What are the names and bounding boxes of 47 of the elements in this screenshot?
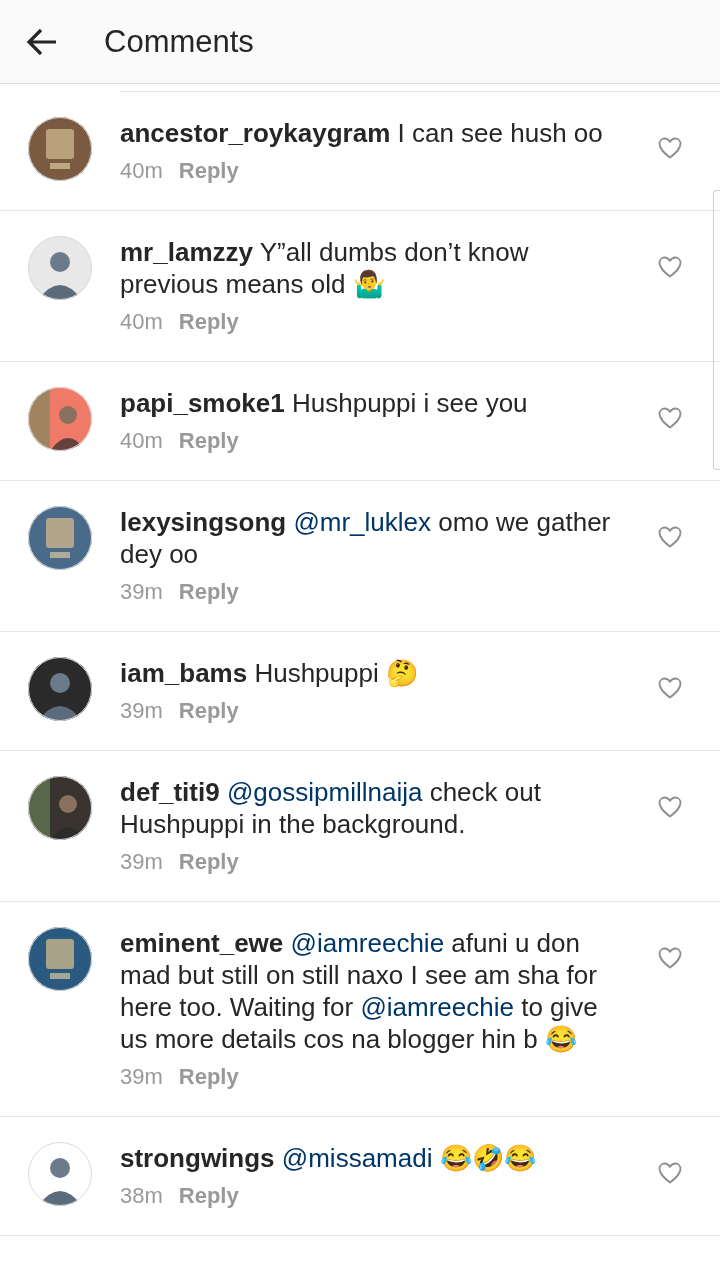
comment-time: 40m [120, 309, 163, 335]
heart-icon [658, 256, 682, 278]
back-arrow-icon [26, 27, 58, 56]
comment-text: lexysingsong @mr_luklex omo we gather dey oo [120, 506, 612, 570]
comment-text: ancestor_roykaygram I can see hush oo [120, 117, 604, 149]
comment-time: 39m [120, 849, 163, 875]
username-link[interactable]: lexysingsong [120, 507, 287, 537]
username-link[interactable]: strongwings [120, 1143, 275, 1173]
mention-link[interactable]: @gossipmillnaija [226, 777, 423, 807]
comment-text: eminent_ewe @iamreechie afuni u don mad but still on still naxo I see am sha for here too. Waiting for @iamreechie to give us more details cos na blogger hin b 😂 [120, 927, 599, 1055]
like-button[interactable] [658, 526, 682, 548]
heart-icon [658, 137, 682, 159]
username-link[interactable]: papi_smoke1 [120, 388, 285, 418]
username-link[interactable]: def_titi9 [120, 777, 220, 807]
heart-icon [658, 526, 682, 548]
comment-time: 39m [120, 698, 163, 724]
mention-link[interactable]: @mr_luklex [293, 507, 432, 537]
comment-time: 40m [120, 158, 163, 184]
heart-icon [658, 677, 682, 699]
heart-icon [658, 796, 682, 818]
like-button[interactable] [658, 137, 682, 159]
heart-icon [658, 947, 682, 969]
heart-icon [658, 1162, 682, 1184]
comment-text: papi_smoke1 Hushpuppi i see you [120, 387, 529, 419]
like-button[interactable] [658, 1162, 682, 1184]
like-button[interactable] [658, 796, 682, 818]
comment-text: iam_bams Hushpuppi 🤔 [120, 657, 419, 689]
username-link[interactable]: eminent_ewe [120, 928, 284, 958]
comment-text: def_titi9 @gossipmillnaija check out Hushpuppi in the background. [120, 776, 542, 840]
mention-link[interactable]: @iamreechie [360, 992, 514, 1022]
comment-time: 39m [120, 1064, 163, 1090]
like-button[interactable] [658, 677, 682, 699]
comment-time: 39m [120, 579, 163, 605]
like-button[interactable] [658, 947, 682, 969]
username-link[interactable]: ancestor_roykaygram [120, 118, 391, 148]
like-button[interactable] [658, 407, 682, 429]
username-link[interactable]: mr_lamzzy [120, 237, 253, 267]
like-button[interactable] [658, 256, 682, 278]
mention-link[interactable]: @missamadi [281, 1143, 433, 1173]
username-link[interactable]: iam_bams [120, 658, 248, 688]
comment-time: 38m [120, 1183, 163, 1209]
mention-link[interactable]: @iamreechie [290, 928, 445, 958]
comment-time: 40m [120, 428, 163, 454]
comment-text: mr_lamzzy Y”all dumbs don’t know previous means old 🤷‍♂ [120, 236, 530, 300]
comment-text: strongwings @missamadi 😂🤣😂 [120, 1142, 537, 1174]
page-title: Comments [104, 23, 254, 60]
heart-icon [658, 407, 682, 429]
